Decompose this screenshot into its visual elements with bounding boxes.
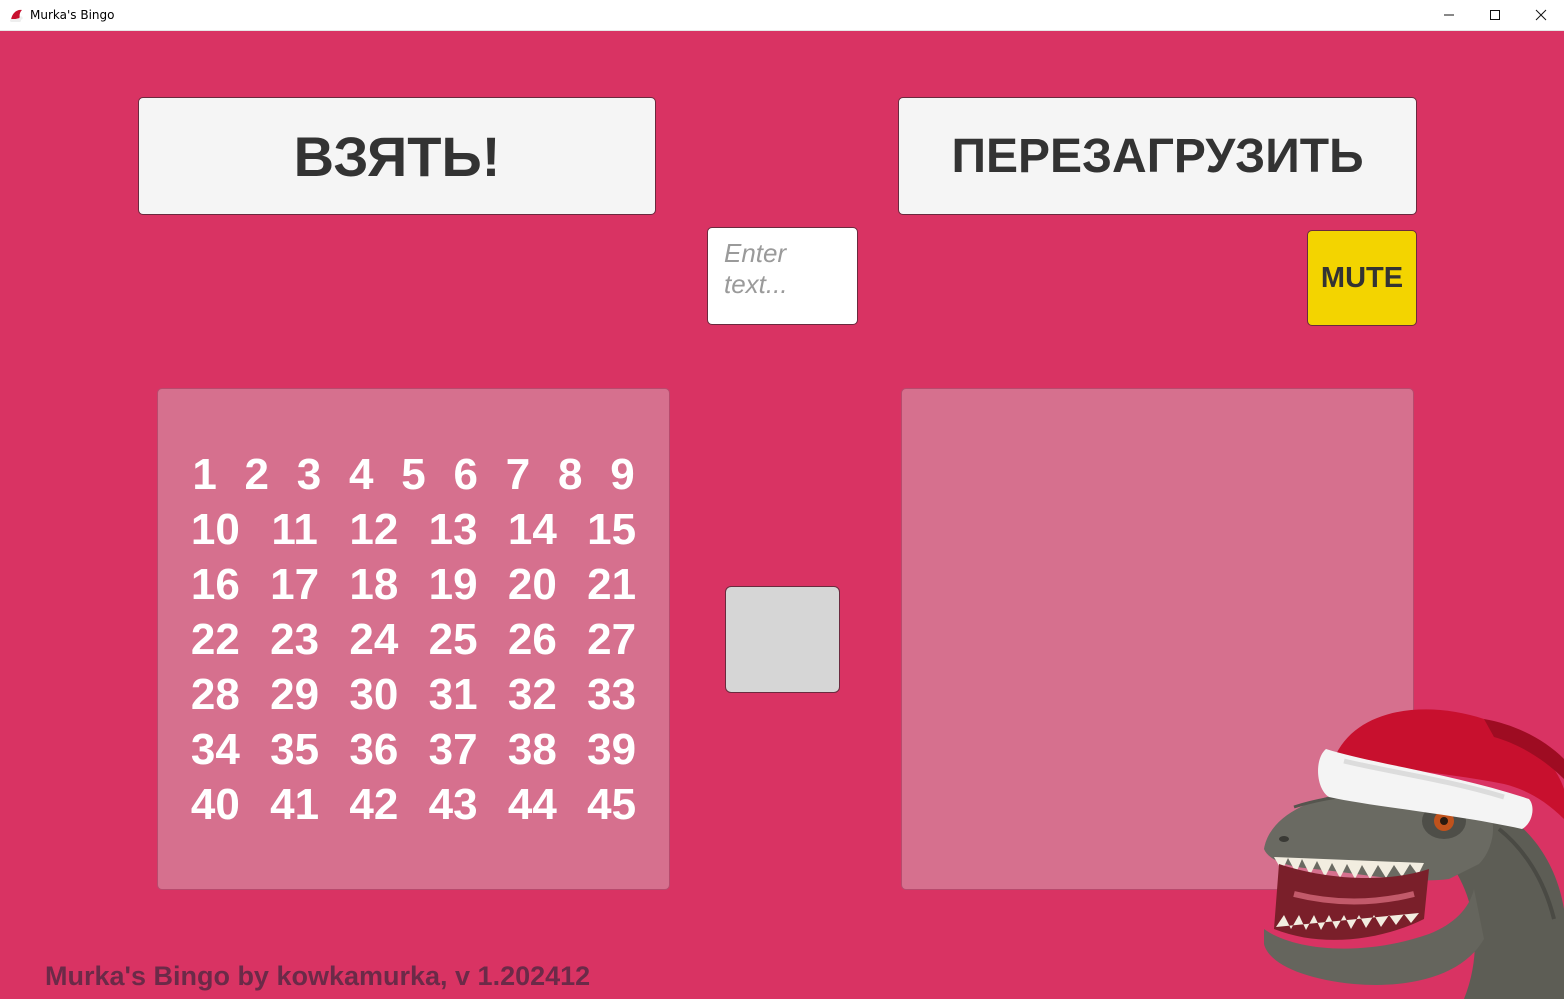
numbers-panel: 1 2 3 4 5 6 7 8 9 10 11 12 13 14 15 16 1… — [157, 388, 670, 890]
number-cell: 33 — [587, 670, 637, 719]
dinosaur-santa-hat-image — [1264, 709, 1564, 999]
number-cell: 40 — [190, 780, 240, 829]
numbers-row: 22 23 24 25 26 27 — [158, 612, 669, 667]
number-cell: 10 — [190, 505, 240, 554]
number-cell: 34 — [190, 725, 240, 774]
number-cell: 30 — [349, 670, 399, 719]
number-cell: 29 — [270, 670, 320, 719]
number-cell: 25 — [428, 615, 478, 664]
number-cell: 6 — [453, 450, 478, 499]
number-cell: 42 — [349, 780, 399, 829]
number-cell: 7 — [505, 450, 531, 499]
numbers-row: 28 29 30 31 32 33 — [158, 667, 669, 722]
close-icon — [1535, 9, 1547, 21]
minimize-button[interactable] — [1426, 0, 1472, 30]
number-cell: 28 — [190, 670, 240, 719]
numbers-row: 34 35 36 37 38 39 — [158, 722, 669, 777]
number-cell: 18 — [349, 560, 399, 609]
number-cell: 13 — [428, 505, 478, 554]
number-cell: 4 — [349, 450, 374, 499]
number-cell: 9 — [610, 450, 635, 499]
number-cell: 41 — [270, 780, 320, 829]
minimize-icon — [1444, 14, 1454, 16]
number-cell: 31 — [428, 670, 478, 719]
number-cell: 3 — [296, 450, 322, 499]
number-cell: 36 — [349, 725, 399, 774]
number-cell: 17 — [270, 560, 320, 609]
numbers-grid: 1 2 3 4 5 6 7 8 9 10 11 12 13 14 15 16 1… — [158, 447, 669, 832]
take-button[interactable]: ВЗЯТЬ! — [138, 97, 656, 215]
number-cell: 16 — [190, 560, 240, 609]
number-cell: 5 — [401, 450, 426, 499]
number-cell: 35 — [270, 725, 320, 774]
close-button[interactable] — [1518, 0, 1564, 30]
number-cell: 12 — [349, 505, 399, 554]
number-cell: 15 — [587, 505, 637, 554]
number-cell: 19 — [428, 560, 478, 609]
number-cell: 44 — [507, 780, 557, 829]
mute-button[interactable]: MUTE — [1307, 230, 1417, 326]
number-cell: 43 — [428, 780, 478, 829]
ball-display[interactable] — [725, 586, 840, 693]
text-input[interactable] — [707, 227, 858, 325]
window-titlebar: Murka's Bingo — [0, 0, 1564, 31]
number-cell: 14 — [507, 505, 557, 554]
number-cell: 11 — [271, 505, 318, 554]
number-cell: 38 — [507, 725, 557, 774]
number-cell: 8 — [557, 450, 583, 499]
app-canvas: ВЗЯТЬ! ПЕРЕЗАГРУЗИТЬ MUTE 1 2 3 4 5 6 7 … — [0, 31, 1564, 999]
number-cell: 45 — [587, 780, 637, 829]
number-cell: 39 — [587, 725, 637, 774]
number-cell: 32 — [507, 670, 557, 719]
number-cell: 20 — [507, 560, 557, 609]
numbers-row: 10 11 12 13 14 15 — [158, 502, 669, 557]
reload-button[interactable]: ПЕРЕЗАГРУЗИТЬ — [898, 97, 1417, 215]
numbers-row: 40 41 42 43 44 45 — [158, 777, 669, 832]
santa-hat-icon — [10, 9, 23, 22]
numbers-row: 16 17 18 19 20 21 — [158, 557, 669, 612]
maximize-button[interactable] — [1472, 0, 1518, 30]
number-cell: 21 — [587, 560, 637, 609]
number-cell: 1 — [192, 450, 217, 499]
number-cell: 22 — [190, 615, 240, 664]
numbers-row: 1 2 3 4 5 6 7 8 9 — [158, 447, 669, 502]
number-cell: 2 — [244, 450, 270, 499]
footer-credits: Murka's Bingo by kowkamurka, v 1.202412 — [45, 961, 591, 991]
number-cell: 27 — [587, 615, 637, 664]
number-cell: 24 — [349, 615, 399, 664]
window-title: Murka's Bingo — [30, 8, 115, 22]
number-cell: 37 — [428, 725, 478, 774]
maximize-icon — [1490, 10, 1500, 20]
number-cell: 26 — [507, 615, 557, 664]
number-cell: 23 — [270, 615, 320, 664]
